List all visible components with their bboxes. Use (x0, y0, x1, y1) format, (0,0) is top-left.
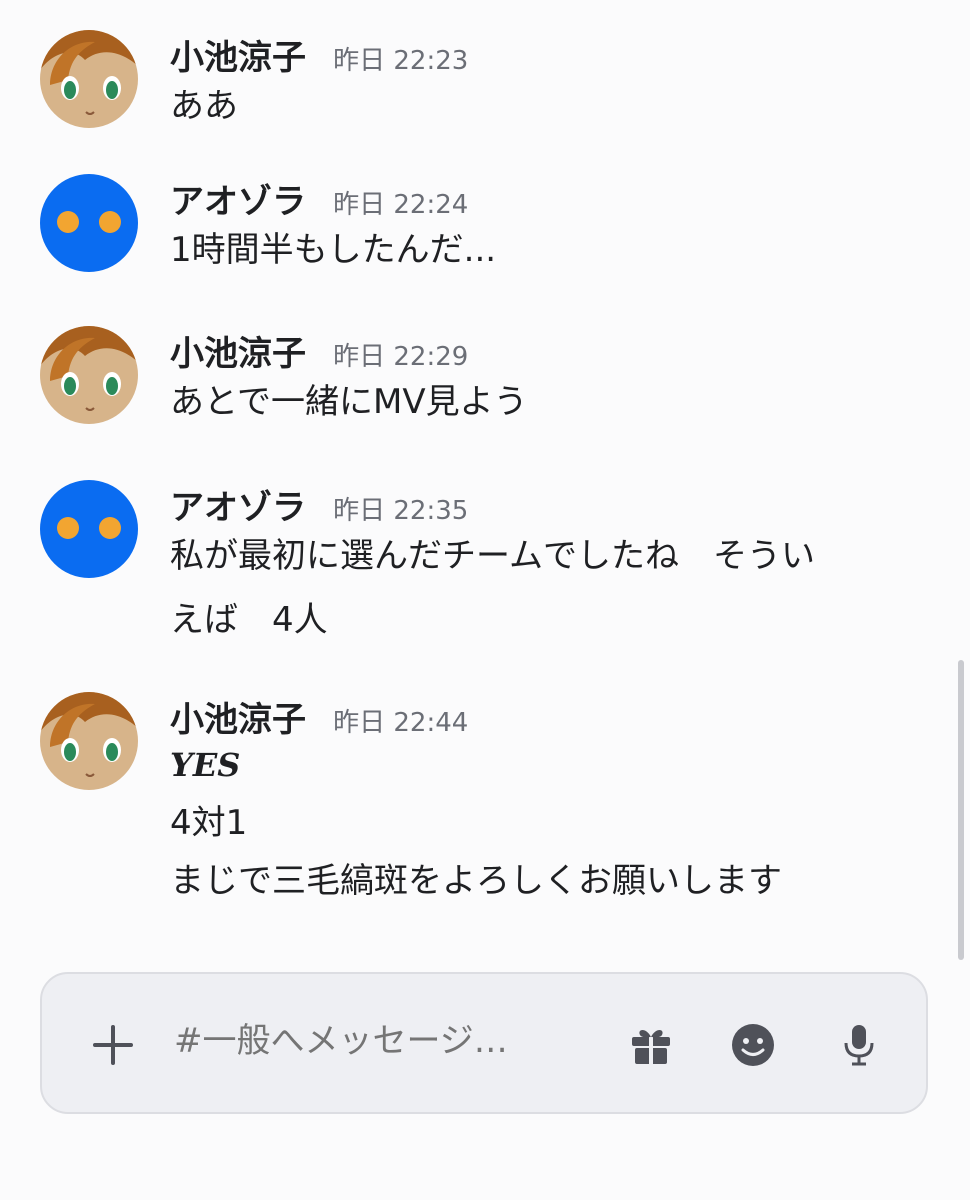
timestamp: 昨日 22:24 (333, 190, 469, 220)
timestamp: 昨日 22:35 (333, 496, 469, 526)
message: 小池涼子 昨日 22:29 あとで一緒にMV見よう (0, 326, 950, 436)
author-name[interactable]: アオゾラ (170, 182, 306, 222)
message-text: あとで一緒にMV見よう (170, 382, 528, 422)
scrollbar[interactable] (958, 660, 964, 960)
message-text: まじで三毛縞斑をよろしくお願いします (170, 861, 782, 901)
message-text: 4対1 (170, 803, 248, 843)
emoji-icon[interactable] (730, 1022, 776, 1068)
timestamp: 昨日 22:44 (333, 708, 469, 738)
message-text: えば 4人 (170, 600, 328, 640)
message-list[interactable]: 小池涼子 昨日 22:23 ああ アオゾラ 昨日 22:24 1時間半もしたんだ… (0, 0, 970, 960)
message: 小池涼子 昨日 22:44 YES 4対1 まじで三毛縞斑をよろしくお願いします (0, 692, 950, 932)
aozora-avatar-icon[interactable] (40, 480, 138, 578)
message-text: 私が最初に選んだチームでしたね そうい (170, 536, 815, 576)
message: アオゾラ 昨日 22:24 1時間半もしたんだ... (0, 174, 950, 284)
message-composer (40, 972, 928, 1114)
author-name[interactable]: 小池涼子 (170, 334, 306, 374)
message-text: ああ (170, 86, 238, 126)
plus-icon[interactable] (92, 1024, 134, 1066)
aozora-avatar-icon[interactable] (40, 174, 138, 272)
message-text: 1時間半もしたんだ... (170, 230, 497, 270)
author-name[interactable]: 小池涼子 (170, 38, 306, 78)
ryoko-avatar-icon[interactable] (40, 30, 138, 128)
message: アオゾラ 昨日 22:35 私が最初に選んだチームでしたね そうい えば 4人 (0, 480, 950, 650)
gift-icon[interactable] (628, 1022, 674, 1068)
timestamp: 昨日 22:29 (333, 342, 469, 372)
message-input[interactable] (172, 1020, 596, 1062)
ryoko-avatar-icon[interactable] (40, 692, 138, 790)
author-name[interactable]: アオゾラ (170, 488, 306, 528)
ryoko-avatar-icon[interactable] (40, 326, 138, 424)
microphone-icon[interactable] (836, 1022, 882, 1068)
message: 小池涼子 昨日 22:23 ああ (0, 30, 950, 140)
message-emphasis: YES (170, 746, 241, 784)
timestamp: 昨日 22:23 (333, 46, 469, 76)
author-name[interactable]: 小池涼子 (170, 700, 306, 740)
